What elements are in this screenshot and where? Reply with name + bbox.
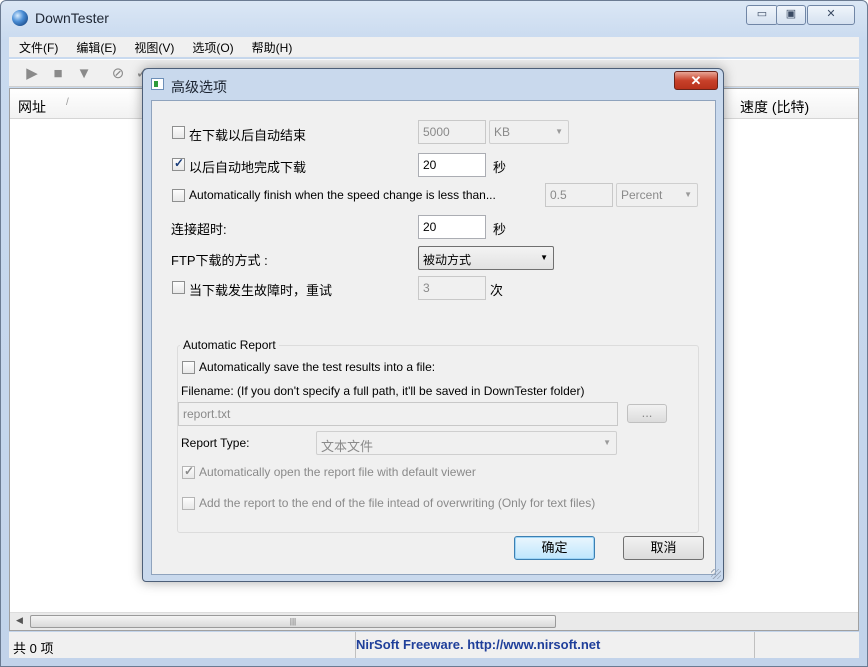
dialog-icon [151,78,164,90]
retry-count-field[interactable]: 3 [418,276,486,300]
scroll-left-icon[interactable]: ◀ [16,615,23,626]
close-button[interactable]: ✕ [807,5,855,25]
auto-end-size-field[interactable]: 5000 [418,120,486,144]
ok-button[interactable]: 确定 [514,536,595,560]
dialog-body: 在下载以后自动结束 5000 KB ▼ 以后自动地完成下载 20 秒 Autom… [151,100,716,575]
menu-options[interactable]: 选项(O) [182,37,241,56]
speed-change-unit-select[interactable]: Percent ▼ [616,183,698,207]
dialog-title-bar: 高级选项 ✕ [143,69,723,99]
timeout-field[interactable]: 20 [418,215,486,239]
column-url[interactable]: 网址 [18,97,46,117]
speed-change-checkbox[interactable] [172,189,185,202]
retry-checkbox[interactable] [172,281,185,294]
minimize-button[interactable]: ▭ [746,5,778,25]
menu-view[interactable]: 视图(V) [124,37,182,56]
chevron-down-icon: ▼ [603,438,611,447]
resize-grip-icon[interactable] [711,569,721,579]
retry-label: 当下载发生故障时，重试 [189,283,333,298]
auto-end-checkbox[interactable] [172,126,185,139]
append-report-checkbox[interactable] [182,497,195,510]
cancel-icon[interactable]: ⊘ [109,65,127,83]
play-icon[interactable]: ▶ [23,65,41,83]
auto-end-unit-value: KB [494,125,511,139]
filename-field[interactable]: report.txt [178,402,618,426]
save-report-label: Automatically save the test results into… [199,360,436,374]
auto-complete-checkbox[interactable] [172,156,185,171]
dialog-close-button[interactable]: ✕ [674,71,718,90]
sort-indicator-icon: / [66,97,69,108]
menu-file[interactable]: 文件(F) [9,37,66,56]
auto-complete-seconds-field[interactable]: 20 [418,153,486,177]
menu-help[interactable]: 帮助(H) [242,37,301,56]
save-report-checkbox[interactable] [182,361,195,374]
globe-icon [12,10,28,26]
open-report-checkbox[interactable] [182,464,195,479]
cancel-button[interactable]: 取消 [623,536,704,560]
report-type-value: 文本文件 [321,439,374,454]
ftp-mode-select[interactable]: 被动方式 ▼ [418,246,554,270]
dialog-title: 高级选项 [171,79,227,95]
speed-change-label: Automatically finish when the speed chan… [189,188,496,202]
auto-end-label: 在下载以后自动结束 [189,128,307,143]
filter-icon[interactable]: ▼ [75,65,93,83]
speed-change-value-field[interactable]: 0.5 [545,183,613,207]
speed-change-unit-value: Percent [621,188,663,202]
ftp-mode-label: FTP下载的方式 : [171,253,268,268]
horizontal-scrollbar[interactable]: ◀ ||| [10,612,858,630]
stop-icon[interactable]: ■ [49,65,67,83]
scroll-thumb[interactable]: ||| [30,615,556,628]
auto-complete-label: 以后自动地完成下载 [189,160,307,175]
chevron-down-icon: ▼ [555,127,563,136]
chevron-down-icon: ▼ [540,253,548,262]
status-bar: 共 0 项 NirSoft Freeware. http://www.nirso… [9,632,859,658]
ftp-mode-value: 被动方式 [423,253,472,267]
report-type-label: Report Type: [181,436,250,450]
open-report-label: Automatically open the report file with … [199,465,476,479]
timeout-unit: 秒 [493,222,507,237]
window-title: DownTester [35,10,109,26]
timeout-label: 连接超时: [171,222,227,237]
item-count: 共 0 项 [13,641,54,656]
browse-button[interactable]: ... [627,404,667,423]
nirsoft-link[interactable]: NirSoft Freeware. http://www.nirsoft.net [355,632,755,658]
title-bar: DownTester ▭ ▣ ✕ [1,1,867,35]
auto-complete-unit: 秒 [493,160,507,175]
append-report-label: Add the report to the end of the file in… [199,496,596,510]
menu-edit[interactable]: 编辑(E) [66,37,124,56]
advanced-options-dialog: 高级选项 ✕ 在下载以后自动结束 5000 KB ▼ 以后自动地完成下载 20 … [142,68,724,582]
maximize-button[interactable]: ▣ [776,5,806,25]
column-speed[interactable]: 速度 (比特) [740,97,809,117]
auto-end-unit-select[interactable]: KB ▼ [489,120,569,144]
filename-label: Filename: (If you don't specify a full p… [181,384,585,398]
report-type-select[interactable]: 文本文件 ▼ [316,431,617,455]
chevron-down-icon: ▼ [684,190,692,199]
automatic-report-title: Automatic Report [180,338,279,352]
menu-bar: 文件(F) 编辑(E) 视图(V) 选项(O) 帮助(H) [9,37,859,57]
retry-unit: 次 [490,283,504,298]
